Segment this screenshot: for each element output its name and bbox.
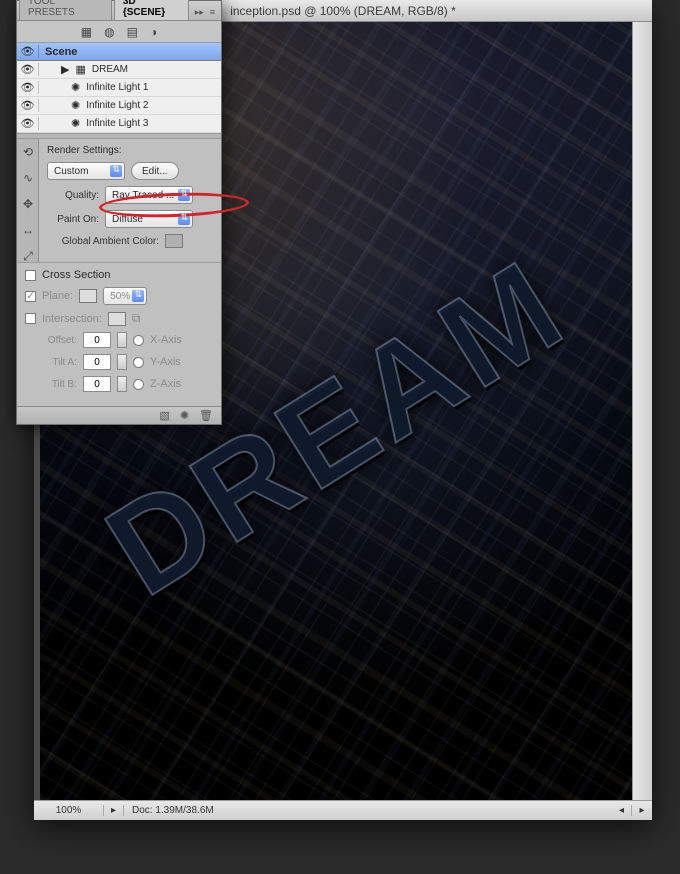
global-ambient-label: Global Ambient Color: (47, 236, 159, 247)
edit-preset-button[interactable]: Edit... (131, 162, 179, 180)
offset-label: Offset: (25, 335, 77, 346)
tilt-a-label: Tilt A: (25, 357, 77, 368)
eye-icon[interactable]: 👁 (21, 118, 35, 130)
tilt-b-label: Tilt B: (25, 379, 77, 390)
flip-icon[interactable]: ⧉ (132, 311, 141, 326)
trash-icon[interactable]: 🗑 (199, 409, 213, 422)
render-settings-title: Render Settings: (47, 145, 213, 156)
filter-mesh-icon[interactable]: ◍ (104, 25, 114, 39)
scroll-right-icon[interactable]: ▸ (632, 805, 652, 816)
scene-item-dream[interactable]: 👁 ▶ ▦ DREAM (17, 61, 221, 79)
eye-icon[interactable]: 👁 (21, 46, 35, 58)
scene-item-light-3[interactable]: 👁 ✺ Infinite Light 3 (17, 115, 221, 133)
plane-opacity-select[interactable]: 50% (103, 287, 147, 305)
global-ambient-swatch[interactable] (165, 234, 183, 248)
filter-materials-icon[interactable]: ▤ (127, 25, 138, 39)
filter-scene-icon[interactable]: ▦ (81, 25, 92, 39)
eye-icon[interactable]: 👁 (21, 64, 35, 76)
plane-checkbox[interactable] (25, 291, 36, 302)
scene-item-label: DREAM (92, 64, 128, 75)
quality-select[interactable]: Ray Traced ... (105, 186, 193, 204)
eye-icon[interactable]: 👁 (21, 100, 35, 112)
tab-tool-presets[interactable]: TOOL PRESETS (19, 0, 112, 20)
panel-footer: ▧ ✺ 🗑 (17, 406, 221, 424)
cross-section-title: Cross Section (42, 269, 110, 281)
expand-icon[interactable]: ▶ (61, 63, 69, 76)
new-light-icon[interactable]: ✺ (180, 409, 189, 422)
scene-root-row[interactable]: 👁 Scene (17, 43, 221, 61)
x-axis-label: X-Axis (150, 334, 182, 346)
tilt-a-input[interactable] (83, 354, 111, 370)
scene-item-label: Infinite Light 1 (86, 82, 148, 93)
paint-on-select[interactable]: Diffuse (105, 210, 193, 228)
plane-color-swatch[interactable] (79, 289, 97, 303)
paint-on-label: Paint On: (47, 214, 99, 225)
z-axis-radio[interactable] (133, 379, 144, 390)
scroll-left-icon[interactable]: ◂ (612, 805, 632, 816)
quality-label: Quality: (47, 190, 99, 201)
cross-section-checkbox[interactable] (25, 270, 36, 281)
collapse-icon[interactable]: ▸▸ (195, 7, 204, 18)
doc-info: Doc: 1.39M/38.6M (124, 805, 222, 816)
scene-item-light-2[interactable]: 👁 ✺ Infinite Light 2 (17, 97, 221, 115)
render-settings: Render Settings: Custom Edit... Quality:… (39, 139, 221, 262)
zoom-readout[interactable]: 100% (34, 805, 104, 816)
panel-menu-icon[interactable]: ≡ (210, 7, 215, 18)
scene-root-label: Scene (39, 46, 221, 58)
eye-icon[interactable]: 👁 (21, 82, 35, 94)
cross-section-group: Cross Section Plane: 50% Intersection: ⧉… (17, 262, 221, 406)
scene-hierarchy: 👁 Scene 👁 ▶ ▦ DREAM 👁 ✺ Infinite Light 1… (17, 43, 221, 133)
y-axis-label: Y-Axis (150, 356, 181, 368)
tab-3d-scene[interactable]: 3D {SCENE} (114, 0, 189, 20)
x-axis-radio[interactable] (133, 335, 144, 346)
intersection-checkbox[interactable] (25, 313, 36, 324)
roll-tool-icon[interactable]: ∿ (17, 165, 39, 191)
status-icon[interactable]: ▸ (104, 805, 124, 816)
status-bar: 100% ▸ Doc: 1.39M/38.6M ◂ ▸ (34, 800, 652, 820)
panel-filter-row: ▦ ◍ ▤ ◑ (17, 21, 221, 43)
scene-item-label: Infinite Light 2 (86, 100, 148, 111)
offset-stepper[interactable] (117, 332, 127, 348)
intersection-label: Intersection: (42, 313, 102, 325)
orbit-tool-icon[interactable]: ⟲ (17, 139, 39, 165)
light-icon: ✺ (71, 99, 80, 112)
3d-scene-panel: TOOL PRESETS 3D {SCENE} ▸▸ ≡ ▦ ◍ ▤ ◑ 👁 S… (16, 0, 222, 425)
light-icon: ✺ (71, 117, 80, 130)
plane-label: Plane: (42, 290, 73, 302)
render-icon[interactable]: ▧ (159, 409, 169, 422)
intersection-color-swatch[interactable] (108, 312, 126, 326)
panel-tabstrip: TOOL PRESETS 3D {SCENE} ▸▸ ≡ (17, 1, 221, 21)
tilt-a-stepper[interactable] (117, 354, 127, 370)
vertical-scrollbar[interactable] (632, 22, 652, 800)
3d-tool-rail: ⟲ ∿ ✥ ↔ ⤢ (17, 139, 39, 262)
y-axis-radio[interactable] (133, 357, 144, 368)
filter-lights-icon[interactable]: ◑ (150, 25, 157, 39)
light-icon: ✺ (71, 81, 80, 94)
pan-tool-icon[interactable]: ✥ (17, 191, 39, 217)
scale-tool-icon[interactable]: ⤢ (17, 243, 39, 269)
mesh-icon: ▦ (75, 63, 85, 76)
z-axis-label: Z-Axis (150, 378, 181, 390)
tilt-b-stepper[interactable] (117, 376, 127, 392)
offset-input[interactable] (83, 332, 111, 348)
slide-tool-icon[interactable]: ↔ (17, 217, 39, 243)
tilt-b-input[interactable] (83, 376, 111, 392)
scene-item-light-1[interactable]: 👁 ✺ Infinite Light 1 (17, 79, 221, 97)
render-preset-select[interactable]: Custom (47, 162, 125, 180)
scene-item-label: Infinite Light 3 (86, 118, 148, 129)
